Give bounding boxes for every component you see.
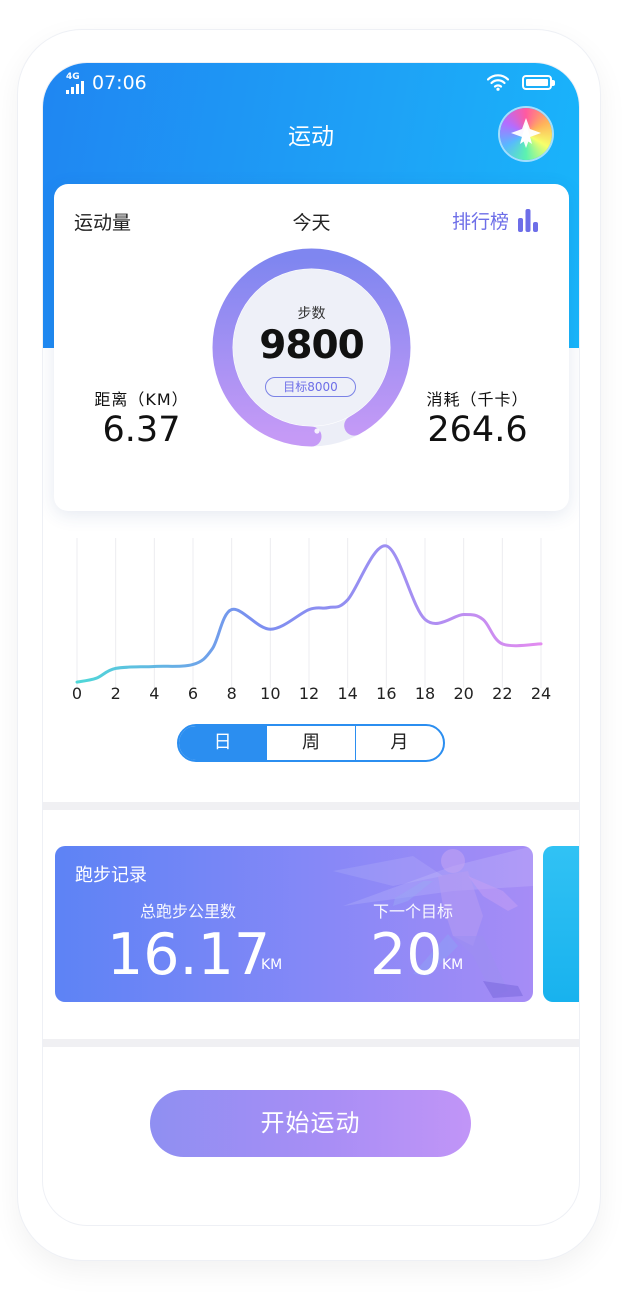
next-goal-value: 20 <box>370 922 443 988</box>
next-goal-label: 下一个目标 <box>373 902 454 921</box>
x-tick-label: 10 <box>260 684 280 703</box>
wifi-icon <box>487 74 509 91</box>
steps-chart: 0 2 4 6 8 10 12 14 16 18 20 22 24 <box>72 538 551 703</box>
steps-center: 步数 9800 目标8000 <box>233 269 390 426</box>
rank-label: 排行榜 <box>452 210 510 233</box>
avatar[interactable] <box>500 108 552 160</box>
rank-link[interactable]: 排行榜 <box>452 206 539 234</box>
distance-label: 距离（KM） <box>94 390 189 409</box>
x-tick-label: 14 <box>337 684 357 703</box>
section-divider <box>43 1039 579 1047</box>
page-title: 运动 <box>288 124 334 150</box>
tab-day[interactable]: 日 <box>179 726 267 760</box>
running-record-card[interactable]: 跑步记录 总跑步公里数 16.17 KM 下一个目标 20 KM <box>55 846 533 1002</box>
bar-chart-icon <box>518 209 539 232</box>
steps-label: 步数 <box>297 306 326 322</box>
x-tick-label: 8 <box>227 684 237 703</box>
total-distance-unit: KM <box>261 957 283 973</box>
app-screen: 4G 07:06 运动 运动量 今天 排行榜 步数 9800 目标8000 距离… <box>43 63 579 1225</box>
status-time: 07:06 <box>92 72 147 94</box>
distance-stat: 距离（KM） 6.37 <box>74 386 209 450</box>
progress-dot <box>314 428 320 434</box>
network-type: 4G <box>66 72 80 82</box>
calories-stat: 消耗（千卡） 264.6 <box>409 386 546 450</box>
start-exercise-button[interactable]: 开始运动 <box>150 1090 471 1157</box>
tab-week[interactable]: 周 <box>266 726 354 760</box>
total-distance-label: 总跑步公里数 <box>140 902 237 921</box>
calories-value: 264.6 <box>427 410 528 450</box>
x-tick-label: 6 <box>188 684 198 703</box>
x-tick-label: 0 <box>72 684 82 703</box>
calories-label: 消耗（千卡） <box>426 390 529 409</box>
summary-card: 运动量 今天 排行榜 步数 9800 目标8000 距离（KM） 6.37 消耗… <box>54 184 569 511</box>
status-bar: 4G 07:06 <box>43 63 579 105</box>
tab-month[interactable]: 月 <box>354 726 443 760</box>
x-tick-label: 4 <box>149 684 159 703</box>
signal-icon: 4G <box>65 72 89 94</box>
total-distance-value: 16.17 <box>107 922 271 988</box>
x-tick-label: 18 <box>415 684 435 703</box>
x-axis-ticks: 0 2 4 6 8 10 12 14 16 18 20 22 24 <box>72 684 551 703</box>
steps-ring: 步数 9800 目标8000 <box>211 247 412 448</box>
x-tick-label: 24 <box>531 684 551 703</box>
x-tick-label: 16 <box>376 684 396 703</box>
next-goal-unit: KM <box>442 957 464 973</box>
x-tick-label: 22 <box>492 684 512 703</box>
battery-level <box>526 79 548 86</box>
next-card-peek[interactable] <box>543 846 579 1002</box>
x-tick-label: 12 <box>299 684 319 703</box>
battery-icon <box>522 75 555 90</box>
goal-badge: 目标8000 <box>265 377 356 397</box>
period-toggle: 日 周 月 <box>177 724 445 762</box>
distance-value: 6.37 <box>102 410 181 450</box>
section-divider <box>43 802 579 810</box>
x-tick-label: 20 <box>453 684 473 703</box>
running-title: 跑步记录 <box>75 865 147 886</box>
steps-value: 9800 <box>259 323 365 368</box>
x-tick-label: 2 <box>111 684 121 703</box>
star-icon <box>511 118 541 148</box>
